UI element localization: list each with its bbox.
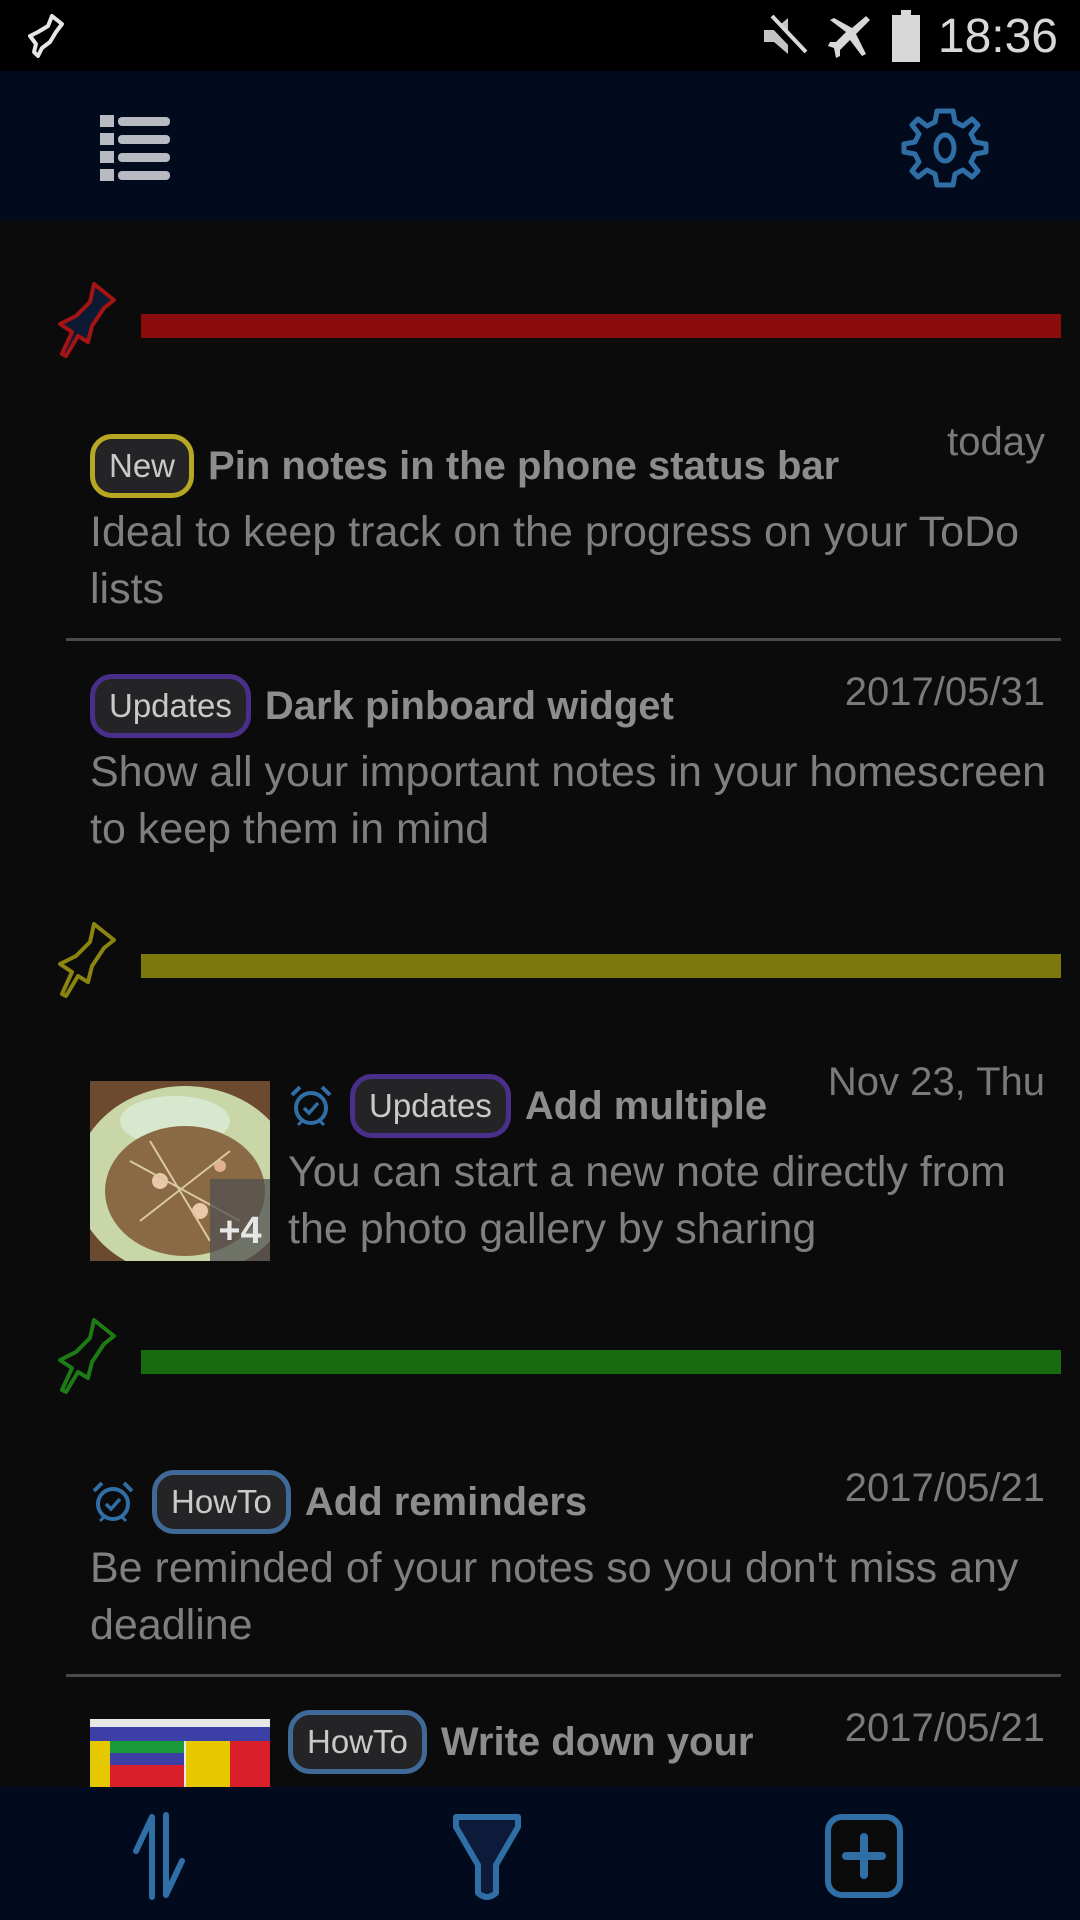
battery-icon <box>891 10 920 62</box>
note-thumbnail[interactable]: +4 <box>90 1081 270 1261</box>
note-item[interactable]: New Pin notes in the phone status bar to… <box>90 420 1061 618</box>
note-body: You can start a new note directly from t… <box>288 1148 1006 1253</box>
note-date: 2017/05/21 <box>844 1706 1045 1750</box>
tag-badge: Updates <box>90 674 251 738</box>
app-bar <box>0 71 1080 220</box>
status-bar: 18:36 <box>0 0 1080 71</box>
pin-notification-icon <box>28 14 64 58</box>
note-item[interactable]: Updates Add multiple Nov 23, Thu You can… <box>288 1060 1061 1258</box>
airplane-mode-icon <box>827 16 870 58</box>
note-item[interactable]: HowTo Add reminders 2017/05/21 Be remind… <box>90 1466 1061 1654</box>
note-title: Add multiple <box>524 1083 768 1128</box>
clock: 18:36 <box>937 9 1058 63</box>
filter-icon[interactable] <box>442 1811 532 1901</box>
note-item[interactable]: Updates Dark pinboard widget 2017/05/31 … <box>90 670 1061 858</box>
station-sign-photo <box>90 1719 270 1787</box>
settings-gear-icon[interactable] <box>900 103 990 193</box>
note-title: Dark pinboard widget <box>264 683 674 728</box>
divider <box>66 1674 1061 1677</box>
note-item[interactable]: HowTo Write down your 2017/05/21 <box>288 1706 1061 1774</box>
note-body: Ideal to keep track on the progress on y… <box>90 508 1020 613</box>
add-note-icon[interactable] <box>820 1811 910 1901</box>
note-date: 2017/05/31 <box>844 670 1045 714</box>
list-view-icon[interactable] <box>96 111 176 183</box>
tag-badge: Updates <box>350 1074 511 1138</box>
note-date: Nov 23, Thu <box>827 1060 1045 1104</box>
group-color-bar <box>141 1350 1061 1374</box>
note-date: today <box>947 420 1045 464</box>
note-thumbnail[interactable] <box>90 1719 270 1787</box>
group-header-green <box>0 1316 1080 1406</box>
note-title: Add reminders <box>304 1479 588 1524</box>
group-header-yellow <box>0 920 1080 1010</box>
alarm-icon <box>92 1481 134 1523</box>
divider <box>66 638 1061 641</box>
notes-list[interactable]: New Pin notes in the phone status bar to… <box>0 220 1080 1787</box>
note-date: 2017/05/21 <box>844 1466 1045 1510</box>
note-title: Pin notes in the phone status bar <box>208 443 840 488</box>
bottom-nav <box>0 1787 1080 1920</box>
note-title: Write down your <box>440 1719 754 1764</box>
group-color-bar <box>141 314 1061 338</box>
extra-images-count: +4 <box>210 1179 270 1261</box>
pushpin-icon <box>58 282 116 358</box>
group-header-red <box>0 280 1080 370</box>
note-body: Be reminded of your notes so you don't m… <box>90 1544 1019 1649</box>
note-body: Show all your important notes in your ho… <box>90 748 1047 853</box>
tag-badge: HowTo <box>288 1710 427 1774</box>
tag-badge: New <box>90 434 195 498</box>
sort-icon[interactable] <box>118 1811 208 1901</box>
pushpin-icon <box>58 922 116 998</box>
group-color-bar <box>141 954 1061 978</box>
mute-icon <box>763 14 808 59</box>
tag-badge: HowTo <box>152 1470 291 1534</box>
alarm-icon <box>290 1085 332 1127</box>
pushpin-icon <box>58 1318 116 1394</box>
